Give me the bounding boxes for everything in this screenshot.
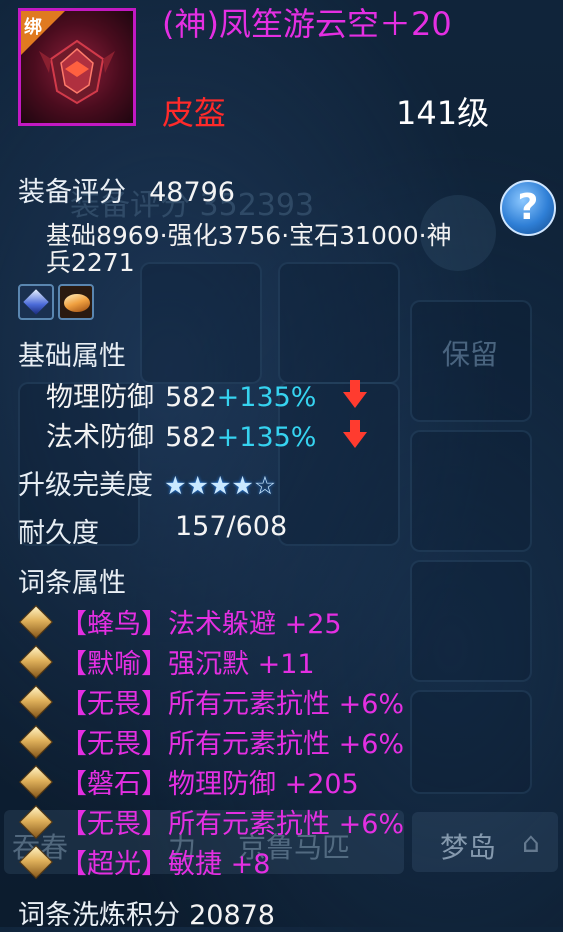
star-filled-icon: ★ (208, 471, 232, 500)
gem-slot-2 (58, 284, 94, 320)
item-icon-frame: 绑 (18, 8, 136, 126)
bg-reserve-button: 保留 (441, 338, 498, 371)
score-value: 48796 (149, 177, 235, 208)
upgrade-row: 升级完美度 ★★★★☆ (18, 463, 276, 502)
star-filled-icon: ★ (231, 471, 254, 500)
durability-value: 157/608 (175, 511, 288, 542)
affix-tag: 【超光】 (60, 849, 168, 880)
affix-tag: 【无畏】 (60, 689, 168, 720)
base-attr-row-2: 法术防御 582+135% (46, 415, 316, 454)
attr-bonus: +135% (216, 382, 317, 413)
question-icon: ? (517, 187, 539, 228)
durability-row: 耐久度 (18, 511, 99, 550)
affix-text: 法术躲避 +25 (168, 609, 342, 640)
affix-tag: 【磐石】 (60, 769, 168, 800)
affix-text: 所有元素抗性 +6% (168, 809, 405, 840)
base-attr-row-1: 物理防御 582+135% (46, 375, 316, 414)
attr-value: 582 (165, 382, 217, 413)
diamond-bullet-icon (19, 725, 53, 759)
affix-tag: 【无畏】 (60, 809, 168, 840)
diamond-bullet-icon (19, 645, 53, 679)
affix-tag: 【默喻】 (60, 649, 168, 680)
diamond-bullet-icon (19, 685, 53, 719)
down-arrow-icon (343, 420, 367, 448)
diamond-bullet-icon (19, 605, 53, 639)
upgrade-label: 升级完美度 (18, 470, 153, 501)
item-type: 皮盔 (162, 94, 227, 132)
bg-slot-helmet (140, 262, 262, 384)
affixes-title: 词条属性 (18, 568, 126, 599)
blue-gem-icon (23, 289, 49, 315)
bg-slot-amulet (278, 262, 400, 384)
star-filled-icon: ★ (186, 471, 209, 500)
affix-row: 【无畏】所有元素抗性 +6% (60, 802, 404, 841)
affix-row: 【超光】敏捷 +8 (60, 842, 270, 881)
bg-slot-bag (410, 690, 532, 794)
base-attrs-title: 基础属性 (18, 341, 126, 372)
refine-label: 词条洗炼积分 (18, 900, 180, 931)
affix-row: 【无畏】所有元素抗性 +6% (60, 682, 404, 721)
help-button[interactable]: ? (500, 180, 556, 236)
score-label: 装备评分 (18, 177, 126, 208)
affix-row: 【蜂鸟】法术躲避 +25 (60, 602, 342, 641)
affix-row: 【磐石】物理防御 +205 (60, 762, 359, 801)
bg-slot-ring (410, 560, 532, 682)
affix-row: 【默喻】强沉默 +11 (60, 642, 315, 681)
attr-name: 物理防御 (46, 382, 154, 413)
affix-tag: 【蜂鸟】 (60, 609, 168, 640)
affix-text: 所有元素抗性 +6% (168, 689, 405, 720)
bg-tab-4: 梦岛 (440, 831, 497, 864)
durability-label: 耐久度 (18, 518, 99, 549)
attr-bonus: +135% (216, 422, 317, 453)
diamond-bullet-icon (19, 765, 53, 799)
item-level: 141级 (396, 94, 490, 132)
affix-text: 物理防御 +205 (168, 769, 359, 800)
down-arrow-icon (343, 380, 367, 408)
refine-row: 词条洗炼积分 20878 (18, 893, 275, 932)
orange-gem-icon (64, 294, 90, 312)
score-breakdown: 基础8969·强化3756·宝石31000·神兵2271 (46, 221, 452, 277)
upgrade-stars: ★★★★☆ (164, 471, 276, 500)
score-row: 装备评分 48796 (18, 170, 235, 209)
affix-tag: 【无畏】 (60, 729, 168, 760)
attr-value: 582 (165, 422, 217, 453)
affix-text: 强沉默 +11 (168, 649, 315, 680)
star-filled-icon: ★ (164, 471, 187, 500)
bind-badge-label: 绑 (24, 17, 42, 38)
item-name: (神)凤笙游云空＋20 (162, 5, 452, 43)
refine-value: 20878 (189, 900, 275, 931)
bg-slot-right-2 (410, 430, 532, 552)
attr-name: 法术防御 (46, 422, 154, 453)
star-empty-icon: ☆ (253, 471, 277, 500)
affix-text: 敏捷 +8 (168, 849, 271, 880)
affix-text: 所有元素抗性 +6% (168, 729, 405, 760)
affix-row: 【无畏】所有元素抗性 +6% (60, 722, 404, 761)
gem-slot-1 (18, 284, 54, 320)
home-icon: ⌂ (522, 826, 540, 859)
